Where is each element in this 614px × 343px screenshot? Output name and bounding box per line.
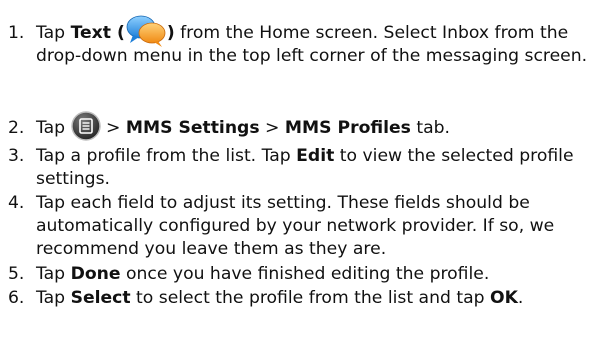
step-text-part: tab.	[410, 118, 451, 138]
step-bold-part: Text (	[70, 23, 125, 43]
step-text: Tap Select to select the profile from th…	[36, 287, 614, 310]
step-text-part: Tap a profile from the list. Tap	[36, 146, 297, 166]
step-number: 2.	[8, 118, 25, 138]
step-text-part: once you have finished editing the profi…	[120, 264, 490, 284]
step-bold-part: MMS Settings	[125, 118, 260, 138]
step-text: Tap Text () from the Home screen. Selec…	[36, 15, 614, 68]
step-text: Tap > MMS Settings > MMS Profiles tab.	[36, 111, 614, 141]
step-text-part: Tap	[36, 118, 71, 138]
step-number: 1.	[8, 23, 25, 43]
step-text-part: Tap	[36, 23, 71, 43]
step-number: 3.	[8, 146, 25, 166]
step-bold-part: OK	[489, 288, 518, 308]
step-bold-part: Edit	[296, 146, 335, 166]
step-text: Tap each field to adjust its setting. Th…	[36, 192, 614, 261]
step-number: 5.	[8, 264, 25, 284]
step-bold-part: )	[166, 23, 175, 43]
text-messaging-icon	[125, 15, 167, 47]
step-text-part: Tap	[36, 288, 71, 308]
step-text-part: to select the profile from the list and …	[130, 288, 490, 308]
step-text-part: Tap each field to adjust its setting. Th…	[36, 193, 555, 259]
step-text-part: .	[517, 288, 524, 308]
step-bold-part: Select	[70, 288, 131, 308]
step-number: 6.	[8, 288, 25, 308]
step-text-part: >	[100, 118, 126, 138]
step-text: Tap a profile from the list. Tap Edit to…	[36, 145, 614, 191]
step-bold-part: MMS Profiles	[284, 118, 411, 138]
step-text: Tap Done once you have finished editing …	[36, 263, 614, 286]
step-text-part: >	[259, 118, 285, 138]
step-bold-part: Done	[70, 264, 121, 284]
step-number: 4.	[8, 193, 25, 213]
step-text-part: Tap	[36, 264, 71, 284]
menu-icon	[70, 111, 101, 141]
